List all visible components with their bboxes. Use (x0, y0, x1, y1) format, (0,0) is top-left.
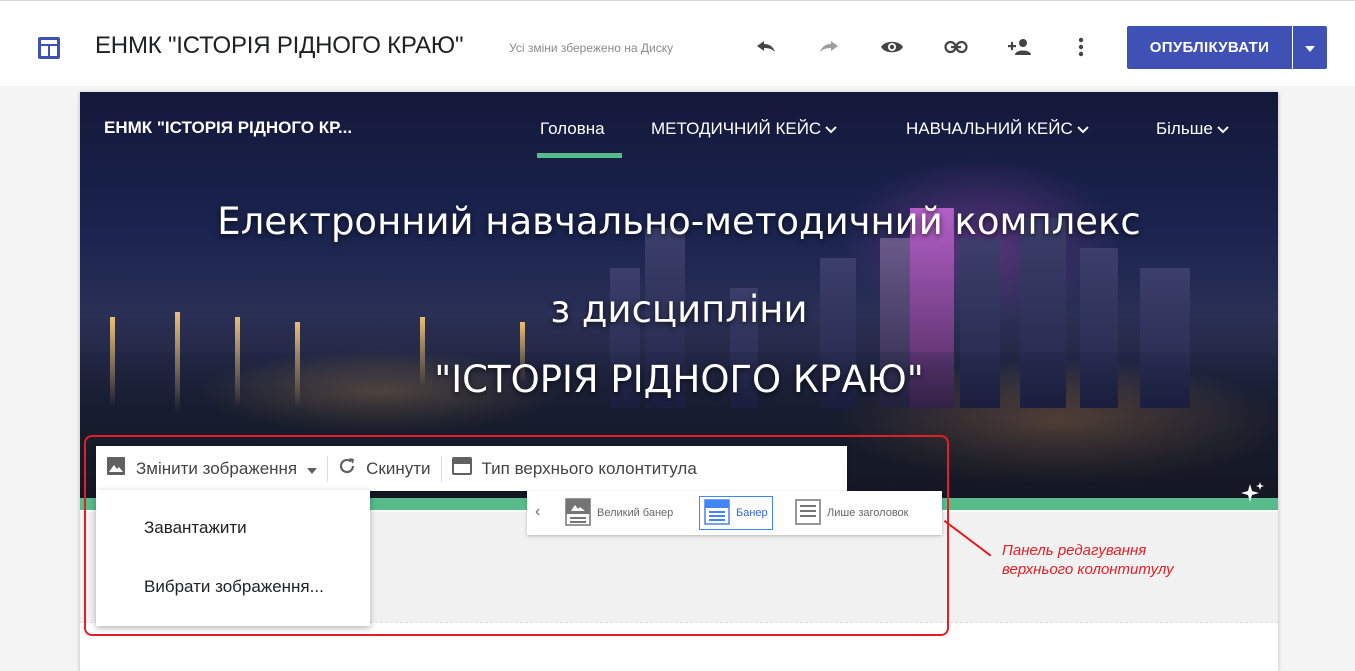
hero-title-line-2[interactable]: з дисципліни (80, 288, 1278, 331)
menu-item-upload[interactable]: Завантажити (144, 518, 247, 538)
publish-options-button[interactable] (1293, 26, 1327, 69)
publish-button[interactable]: ОПУБЛІКУВАТИ (1127, 26, 1292, 69)
nav-item-label: Головна (540, 119, 605, 138)
header-type-label: Тип верхнього колонтитула (481, 458, 697, 478)
page-next-section[interactable] (80, 622, 1278, 671)
hero-title-line-1[interactable]: Електронний навчально-методичний комплек… (80, 200, 1278, 243)
nav-item-home[interactable]: Головна (540, 119, 605, 139)
undo-icon[interactable] (752, 33, 780, 61)
annotation-text: Панель редагування верхнього колонтитулу (1002, 541, 1174, 579)
save-status-text: Усі зміни збережено на Диску (509, 41, 674, 55)
preview-eye-icon[interactable] (878, 33, 906, 61)
header-type-title-only[interactable]: Лише заголовок (791, 496, 912, 530)
chevron-left-icon[interactable]: ‹ (535, 503, 540, 521)
sites-layout-icon[interactable] (37, 36, 61, 60)
reset-label: Скинути (366, 458, 431, 478)
nav-item-learning-case[interactable]: НАВЧАЛЬНИЙ КЕЙС (906, 119, 1089, 139)
redo-icon[interactable] (815, 33, 843, 61)
header-type-large-banner[interactable]: Великий банер (561, 496, 677, 530)
document-title[interactable]: ЕНМК "ІСТОРІЯ РІДНОГО КРАЮ" (95, 32, 464, 60)
header-type-icon (451, 457, 472, 480)
chevron-down-icon (1077, 119, 1089, 139)
header-edit-toolbar: Змінити зображення Скинути Тип верхнього… (96, 446, 847, 491)
caret-down-icon (1305, 39, 1315, 57)
header-type-options: ‹ Великий банер Банер Лише заголовок (527, 491, 942, 535)
header-type-banner[interactable]: Банер (699, 496, 773, 530)
chevron-down-icon (825, 119, 837, 139)
menu-item-choose-image[interactable]: Вибрати зображення... (144, 577, 324, 597)
large-banner-icon (565, 497, 591, 529)
editor-toolbar: ЕНМК "ІСТОРІЯ РІДНОГО КРАЮ" Усі зміни зб… (0, 0, 1355, 86)
image-icon (106, 456, 126, 481)
annotation-line-1: Панель редагування (1002, 542, 1147, 559)
change-image-menu: Завантажити Вибрати зображення... (96, 490, 370, 626)
nav-item-label: НАВЧАЛЬНИЙ КЕЙС (906, 119, 1073, 138)
banner-icon (704, 498, 730, 528)
site-title[interactable]: ЕНМК "ІСТОРІЯ РІДНОГО КР... (104, 118, 352, 138)
change-image-label: Змінити зображення (136, 458, 298, 478)
more-vert-icon[interactable] (1067, 33, 1095, 61)
change-image-button[interactable]: Змінити зображення (96, 446, 327, 491)
chevron-down-icon (1217, 119, 1229, 139)
header-type-label: Банер (736, 507, 768, 519)
nav-item-label: Більше (1156, 119, 1213, 138)
refresh-icon (338, 457, 356, 480)
reset-button[interactable]: Скинути (328, 446, 440, 491)
title-only-icon (795, 498, 821, 528)
link-icon[interactable] (942, 33, 970, 61)
nav-active-underline (537, 153, 622, 158)
hero-title-line-3[interactable]: "ІСТОРІЯ РІДНОГО КРАЮ" (80, 358, 1278, 401)
annotation-line-2: верхнього колонтитулу (1002, 561, 1174, 578)
nav-item-more[interactable]: Більше (1156, 119, 1229, 139)
nav-item-label: МЕТОДИЧНИЙ КЕЙС (651, 119, 822, 138)
caret-down-icon (307, 459, 318, 479)
header-type-button[interactable]: Тип верхнього колонтитула (442, 446, 707, 491)
sparkle-icon[interactable] (1239, 480, 1265, 511)
header-type-label: Лише заголовок (827, 507, 909, 519)
nav-item-methodical-case[interactable]: МЕТОДИЧНИЙ КЕЙС (651, 119, 837, 139)
share-add-person-icon[interactable] (1005, 33, 1033, 61)
header-type-label: Великий банер (597, 507, 674, 519)
